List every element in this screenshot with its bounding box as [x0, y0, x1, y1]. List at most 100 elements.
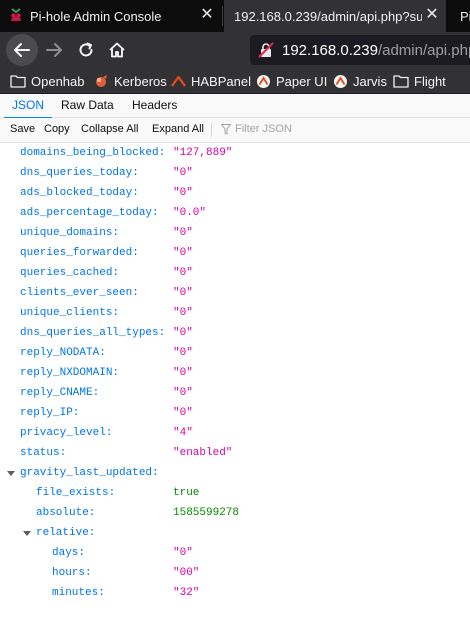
- json-value: 1585599278: [173, 507, 240, 519]
- forward-arrow-icon: [46, 43, 62, 57]
- json-row[interactable]: reply_IP: "0": [0, 403, 470, 423]
- bookmark-kerberos[interactable]: Kerberos: [94, 72, 167, 90]
- forward-button[interactable]: [40, 36, 68, 64]
- bookmark-habpanel[interactable]: HABPanel: [171, 72, 251, 90]
- json-row[interactable]: days: "0": [0, 543, 470, 563]
- json-value: "127,889": [173, 147, 233, 159]
- copy-button[interactable]: Copy: [44, 123, 70, 135]
- bookmark-jarvis[interactable]: Jarvis: [333, 72, 387, 90]
- folder-icon: [393, 75, 409, 88]
- json-value: "0": [173, 367, 193, 379]
- tab-title: 192.168.0.239/admin/api.php?summary: [234, 9, 422, 24]
- json-row[interactable]: hours: "00": [0, 563, 470, 583]
- json-key: reply_NXDOMAIN:: [20, 367, 120, 379]
- json-value: "0": [173, 267, 193, 279]
- bookmarks-toolbar: Openhab Kerberos HABPanel Paper UI Jarvi…: [0, 68, 470, 94]
- json-row[interactable]: dns_queries_all_types: "0": [0, 323, 470, 343]
- insecure-lock-icon[interactable]: [258, 42, 274, 58]
- collapse-all-button[interactable]: Collapse All: [81, 123, 138, 135]
- json-row[interactable]: reply_NODATA: "0": [0, 343, 470, 363]
- json-row[interactable]: unique_domains: "0": [0, 223, 470, 243]
- toolbar-divider: [211, 123, 212, 137]
- json-row[interactable]: gravity_last_updated:: [0, 463, 470, 483]
- json-key: file_exists:: [36, 487, 116, 499]
- json-key: minutes:: [52, 587, 105, 599]
- bookmark-openhab[interactable]: Openhab: [10, 72, 85, 90]
- json-key: unique_domains:: [20, 227, 120, 239]
- json-key: gravity_last_updated:: [20, 467, 159, 479]
- json-row[interactable]: reply_CNAME: "0": [0, 383, 470, 403]
- json-row[interactable]: privacy_level: "4": [0, 423, 470, 443]
- expand-toggle-icon[interactable]: [22, 528, 32, 538]
- json-row[interactable]: queries_cached: "0": [0, 263, 470, 283]
- tab-json[interactable]: JSON: [3, 94, 53, 119]
- bookmark-label: Jarvis: [353, 73, 387, 89]
- filter-icon: [221, 123, 231, 134]
- json-value: "0": [173, 167, 193, 179]
- json-key: reply_NODATA:: [20, 347, 106, 359]
- close-tab-icon[interactable]: ✕: [424, 6, 440, 24]
- url-text[interactable]: 192.168.0.239/admin/api.php?: [282, 42, 470, 59]
- json-value: "4": [173, 427, 193, 439]
- tab-title: Pi-hole Admin Console: [30, 9, 162, 24]
- json-value: "0": [173, 327, 193, 339]
- tab-title: Pi: [460, 9, 470, 24]
- json-row[interactable]: file_exists: true: [0, 483, 470, 503]
- json-key: domains_being_blocked:: [20, 147, 166, 159]
- json-key: relative:: [36, 527, 96, 539]
- json-key: privacy_level:: [20, 427, 113, 439]
- json-row[interactable]: ads_percentage_today: "0.0": [0, 203, 470, 223]
- json-row[interactable]: absolute: 1585599278: [0, 503, 470, 523]
- json-value: "32": [173, 587, 200, 599]
- json-row[interactable]: relative:: [0, 523, 470, 543]
- json-key: reply_CNAME:: [20, 387, 100, 399]
- tab-headers[interactable]: Headers: [132, 94, 177, 118]
- filter-json-input[interactable]: Filter JSON: [221, 123, 292, 135]
- json-key: ads_blocked_today:: [20, 187, 139, 199]
- json-row[interactable]: reply_NXDOMAIN: "0": [0, 363, 470, 383]
- json-row[interactable]: clients_ever_seen: "0": [0, 283, 470, 303]
- json-row[interactable]: queries_forwarded: "0": [0, 243, 470, 263]
- json-row[interactable]: domains_being_blocked: "127,889": [0, 143, 470, 163]
- json-row[interactable]: ads_blocked_today: "0": [0, 183, 470, 203]
- bookmark-label: Kerberos: [114, 73, 167, 89]
- expand-toggle-icon[interactable]: [6, 468, 16, 478]
- bookmark-flight[interactable]: Flight: [393, 72, 446, 90]
- reload-button[interactable]: [72, 36, 100, 64]
- json-value: "0": [173, 547, 193, 559]
- tab-raw-data[interactable]: Raw Data: [61, 94, 114, 118]
- habpanel-icon: [171, 75, 186, 87]
- json-key: queries_forwarded:: [20, 247, 139, 259]
- save-button[interactable]: Save: [10, 123, 35, 135]
- json-value: "0": [173, 307, 193, 319]
- json-value: "enabled": [173, 447, 233, 459]
- json-key: absolute:: [36, 507, 96, 519]
- tab-api-summary[interactable]: 192.168.0.239/admin/api.php?summary ✕: [224, 0, 446, 32]
- json-row[interactable]: unique_clients: "0": [0, 303, 470, 323]
- json-value: "0": [173, 227, 193, 239]
- json-key: reply_IP:: [20, 407, 80, 419]
- close-tab-icon[interactable]: ✕: [199, 6, 215, 24]
- json-value: "0": [173, 347, 193, 359]
- json-key: ads_percentage_today:: [20, 207, 159, 219]
- expand-all-button[interactable]: Expand All: [152, 123, 204, 135]
- json-key: dns_queries_today:: [20, 167, 139, 179]
- json-row[interactable]: status: "enabled": [0, 443, 470, 463]
- json-toolbar: Save Copy Collapse All Expand All Filter…: [0, 118, 470, 143]
- back-button[interactable]: [6, 34, 38, 66]
- paperui-icon: [257, 74, 270, 88]
- tab-overflow[interactable]: Pi: [448, 0, 470, 32]
- navigation-bar: 192.168.0.239/admin/api.php?: [0, 32, 470, 68]
- json-key: queries_cached:: [20, 267, 120, 279]
- back-arrow-icon: [14, 43, 30, 57]
- home-button[interactable]: [103, 36, 131, 64]
- bookmark-paper-ui[interactable]: Paper UI: [256, 72, 327, 90]
- tab-pihole-admin[interactable]: Pi-hole Admin Console ✕: [0, 0, 222, 32]
- url-bar[interactable]: 192.168.0.239/admin/api.php?: [250, 35, 470, 65]
- json-key: days:: [52, 547, 86, 559]
- json-row[interactable]: minutes: "32": [0, 583, 470, 603]
- json-value: true: [173, 487, 200, 499]
- tab-strip: Pi-hole Admin Console ✕ 192.168.0.239/ad…: [0, 0, 470, 32]
- json-key: unique_clients:: [20, 307, 120, 319]
- json-row[interactable]: dns_queries_today: "0": [0, 163, 470, 183]
